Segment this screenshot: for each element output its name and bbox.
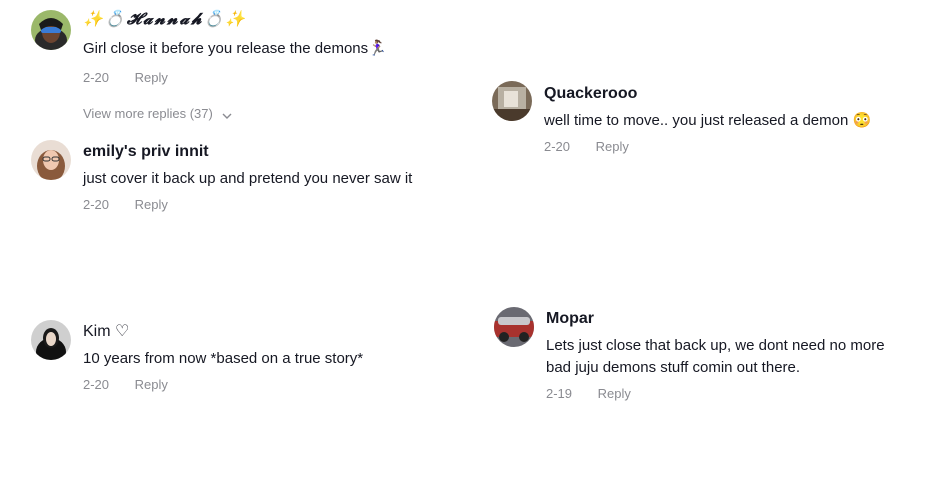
- view-more-label: View more replies (37): [83, 106, 213, 121]
- reply-button[interactable]: Reply: [598, 385, 631, 403]
- comment-date: 2-20: [544, 139, 571, 154]
- reply-button[interactable]: Reply: [135, 69, 168, 87]
- reply-button[interactable]: Reply: [135, 196, 168, 214]
- comment-meta: 2-20 Reply: [83, 69, 387, 87]
- comment-text: just cover it back up and pretend you ne…: [83, 170, 413, 187]
- comment-date: 2-20: [83, 197, 110, 212]
- reply-button[interactable]: Reply: [596, 138, 629, 156]
- comment-text-line: Lets just close that back up, we dont ne…: [546, 337, 885, 354]
- comment-text: 10 years from now *based on a true story…: [83, 350, 364, 367]
- comment-username[interactable]: Quackerooo: [544, 84, 871, 104]
- comment-meta: 2-20 Reply: [83, 196, 412, 214]
- reply-button[interactable]: Reply: [135, 376, 168, 394]
- comment-username[interactable]: Kim ♡: [83, 322, 363, 342]
- comment-date: 2-19: [546, 386, 573, 401]
- avatar[interactable]: [31, 10, 71, 50]
- comment-date: 2-20: [83, 70, 110, 85]
- avatar[interactable]: [492, 81, 532, 121]
- comment-meta: 2-20 Reply: [83, 376, 363, 394]
- avatar[interactable]: [31, 140, 71, 180]
- avatar[interactable]: [494, 307, 534, 347]
- comment-username[interactable]: Mopar: [546, 309, 885, 329]
- comment-text: well time to move.. you just released a …: [544, 112, 872, 129]
- chevron-down-icon: [222, 106, 232, 124]
- comment-text-line: bad juju demons stuff comin out there.: [546, 359, 801, 376]
- comment-text: Girl close it before you release the dem…: [83, 40, 387, 57]
- view-more-replies-button[interactable]: View more replies (37): [83, 105, 232, 124]
- comment-date: 2-20: [83, 377, 110, 392]
- avatar[interactable]: [31, 320, 71, 360]
- comment-text: Lets just close that back up, we dont ne…: [546, 335, 885, 379]
- comment-meta: 2-19 Reply: [546, 385, 885, 403]
- comment-username[interactable]: emily's priv innit: [83, 142, 412, 162]
- comment-username[interactable]: ✨💍𝓗𝓪𝓷𝓷𝓪𝓱💍✨: [83, 9, 387, 29]
- comment-meta: 2-20 Reply: [544, 138, 871, 156]
